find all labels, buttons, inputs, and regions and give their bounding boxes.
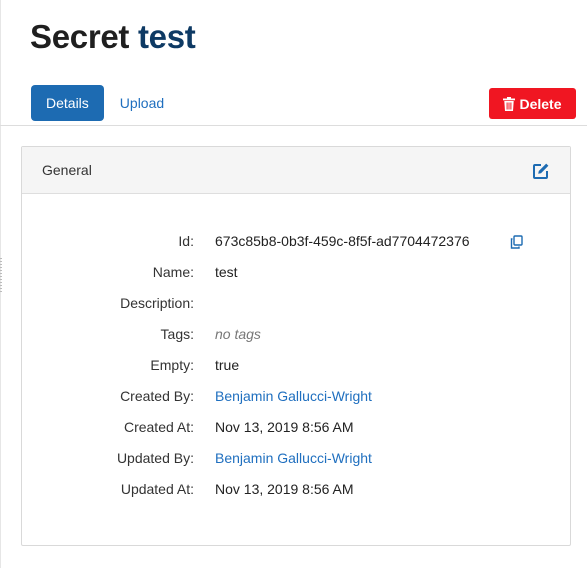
edit-icon[interactable] [532,162,550,180]
copy-icon[interactable] [510,234,523,249]
user-link[interactable]: Benjamin Gallucci-Wright [215,448,372,468]
trash-icon [503,96,516,111]
field-value: test [215,264,238,280]
field-updated-at: Updated At: Nov 13, 2019 8:56 AM [22,479,572,499]
tab-details[interactable]: Details [31,85,104,121]
header-divider [0,125,587,126]
field-empty: Empty: true [22,355,572,375]
field-label: Created At: [123,419,194,435]
field-name: Name: test [22,262,572,282]
field-description: Description: [22,293,572,313]
general-panel: General Id: 673c85b8-0b3f-459c-8f5f-ad77… [21,146,571,546]
field-label: Id: [178,233,194,249]
field-value: true [215,357,240,373]
delete-button[interactable]: Delete [489,88,576,119]
tab-upload[interactable]: Upload [105,85,179,121]
field-label: Updated At: [120,481,194,497]
field-label: Tags: [160,326,194,342]
field-label: Description: [120,295,194,311]
field-label: Name: [152,264,194,280]
field-updated-by: Updated By: Benjamin Gallucci-Wright [22,448,572,468]
page-title: Secret test [30,18,196,56]
field-id: Id: 673c85b8-0b3f-459c-8f5f-ad7704472376 [22,231,572,251]
panel-title: General [42,162,92,178]
panel-header: General [22,147,570,194]
tab-bar: Details Upload [31,85,179,121]
field-label: Updated By: [116,450,194,466]
field-label: Created By: [120,388,194,404]
field-created-by: Created By: Benjamin Gallucci-Wright [22,386,572,406]
field-label: Empty: [150,357,194,373]
page-title-name: test [137,18,196,55]
field-created-at: Created At: Nov 13, 2019 8:56 AM [22,417,572,437]
field-value: Nov 13, 2019 8:56 AM [215,419,354,435]
field-value: no tags [215,326,261,342]
field-value: 673c85b8-0b3f-459c-8f5f-ad7704472376 [215,233,470,249]
delete-label: Delete [519,95,562,112]
field-value: Nov 13, 2019 8:56 AM [215,481,354,497]
page-title-prefix: Secret [30,18,130,55]
user-link[interactable]: Benjamin Gallucci-Wright [215,386,372,406]
field-tags: Tags: no tags [22,324,572,344]
resize-handle[interactable] [0,258,2,292]
